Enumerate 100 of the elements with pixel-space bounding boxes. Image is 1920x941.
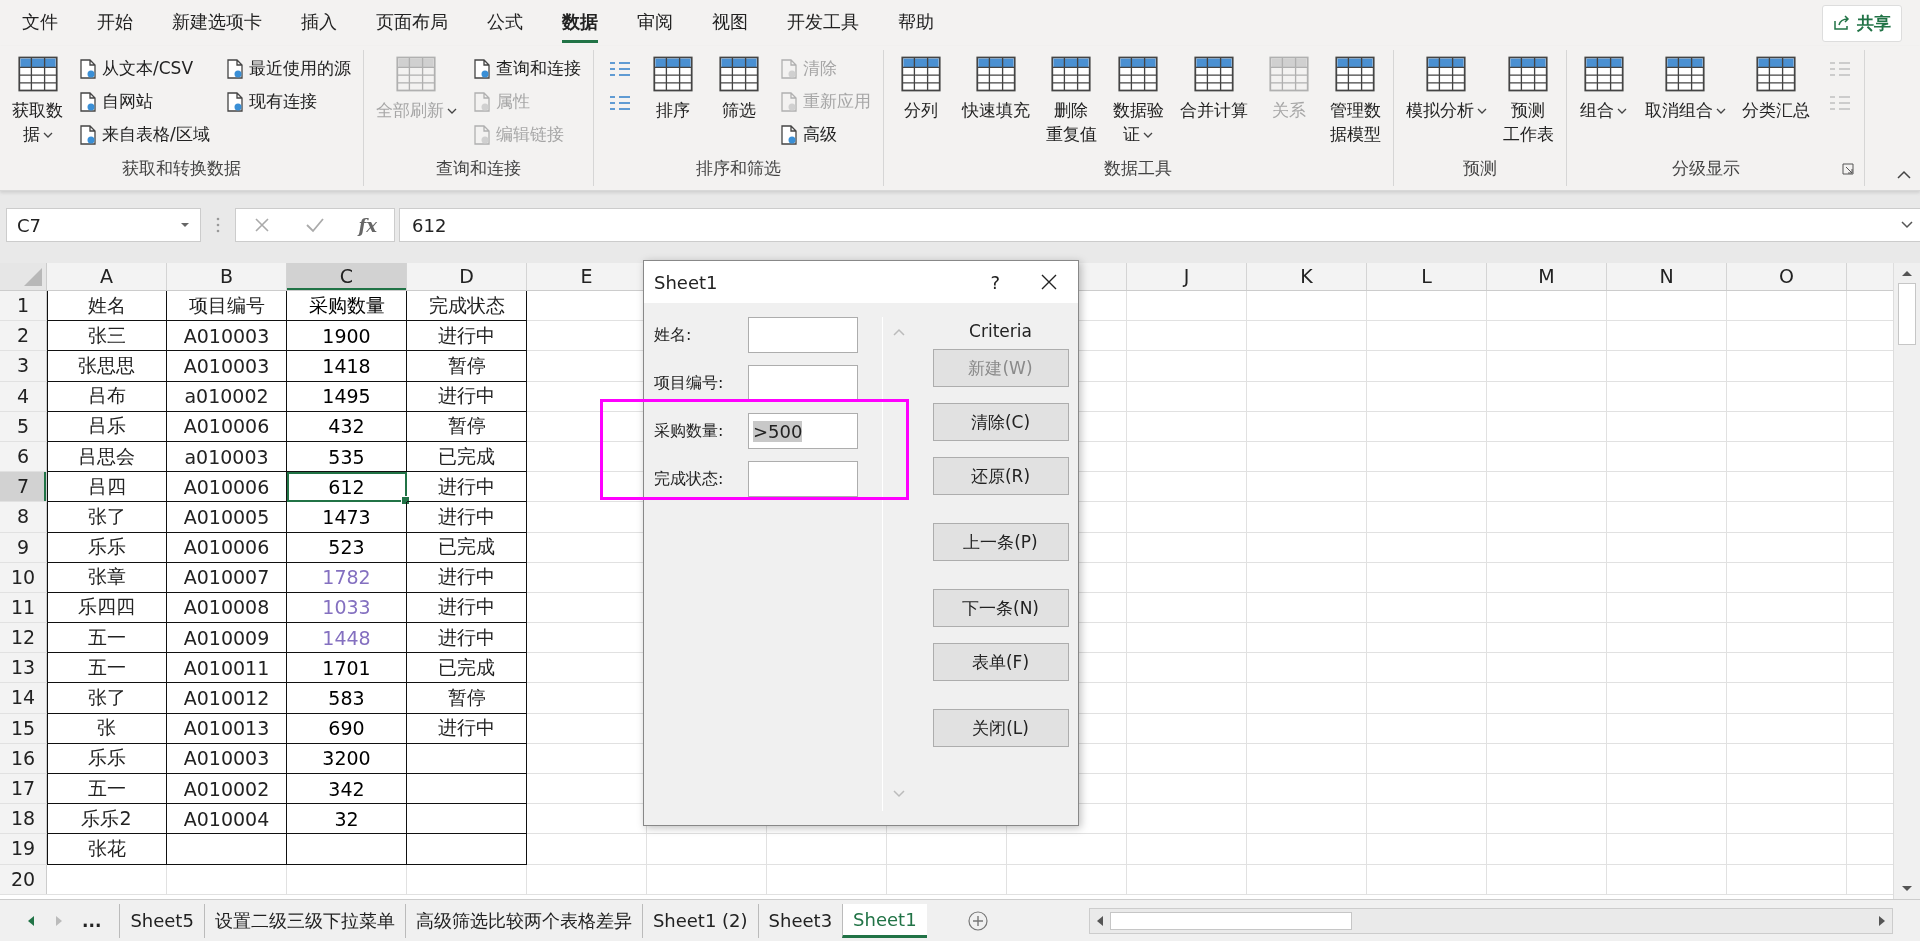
ribbon-tab[interactable]: 审阅 xyxy=(637,3,673,43)
ribbon-button[interactable]: 查询和连接 xyxy=(470,56,583,81)
ribbon-tab[interactable]: 插入 xyxy=(301,3,337,43)
insert-function-button[interactable]: fx xyxy=(358,214,378,236)
previous-sheet-icon[interactable] xyxy=(26,914,36,927)
name-box[interactable]: C7 xyxy=(6,208,201,242)
ribbon-tab[interactable]: 数据 xyxy=(562,3,598,43)
column-header[interactable]: L xyxy=(1367,263,1487,290)
close-button[interactable] xyxy=(1040,273,1058,291)
ribbon-button[interactable]: 最近使用的源 xyxy=(223,56,353,81)
scroll-thumb[interactable] xyxy=(1898,283,1916,345)
sheet-tab[interactable]: Sheet1 xyxy=(842,903,927,938)
row-header[interactable]: 16 xyxy=(0,743,47,773)
row-header[interactable]: 14 xyxy=(0,683,47,713)
cancel-icon[interactable] xyxy=(252,216,271,234)
column-header[interactable]: N xyxy=(1607,263,1727,290)
row-header[interactable]: 5 xyxy=(0,411,47,441)
dialog-button[interactable]: 还原(R) xyxy=(932,457,1069,495)
column-header[interactable]: D xyxy=(407,263,527,290)
ribbon-button[interactable]: 来自表格/区域 xyxy=(77,122,212,147)
ribbon-button[interactable]: 预测 工作表 xyxy=(1500,50,1556,148)
add-sheet-icon[interactable] xyxy=(966,909,989,932)
row-header[interactable]: 4 xyxy=(0,381,47,411)
dialog-button[interactable]: 表单(F) xyxy=(932,643,1069,681)
fill-handle[interactable] xyxy=(401,496,410,506)
sheet-tab[interactable]: Sheet1 (2) xyxy=(641,903,758,938)
dialog-button[interactable]: 上一条(P) xyxy=(932,523,1069,561)
dialog-button[interactable]: 关闭(L) xyxy=(932,709,1069,747)
ribbon-tab[interactable]: 页面布局 xyxy=(376,3,448,43)
dialog-launcher-icon[interactable] xyxy=(1841,162,1854,175)
row-header[interactable]: 12 xyxy=(0,623,47,653)
collapse-icon[interactable] xyxy=(1896,170,1912,180)
row-header[interactable]: 7 xyxy=(0,472,47,502)
ribbon-tab[interactable]: 公式 xyxy=(487,3,523,43)
ribbon-button[interactable]: 数据验 证 xyxy=(1110,50,1166,148)
sheet-tab[interactable]: 高级筛选比较两个表格差异 xyxy=(404,903,642,938)
ribbon-button[interactable]: 模拟分析 xyxy=(1403,50,1489,124)
row-header[interactable]: 2 xyxy=(0,321,47,351)
column-header[interactable]: C xyxy=(287,263,407,290)
row-header[interactable]: 1 xyxy=(0,291,47,321)
ribbon-tab[interactable]: 文件 xyxy=(22,3,58,43)
column-header[interactable]: O xyxy=(1727,263,1847,290)
column-header[interactable]: K xyxy=(1247,263,1367,290)
ribbon-button[interactable]: 现有连接 xyxy=(223,89,353,114)
ribbon-tab[interactable]: 视图 xyxy=(712,3,748,43)
row-header[interactable]: 6 xyxy=(0,441,47,472)
row-header[interactable]: 13 xyxy=(0,653,47,683)
ribbon-tab[interactable]: 开始 xyxy=(97,3,133,43)
next-sheet-icon[interactable] xyxy=(54,914,64,927)
ribbon-button[interactable]: 取消组合 xyxy=(1642,50,1728,124)
row-header[interactable]: 19 xyxy=(0,834,47,864)
ribbon-button[interactable]: 自网站 xyxy=(77,89,212,114)
column-header[interactable]: J xyxy=(1127,263,1247,290)
input-field[interactable] xyxy=(748,461,858,497)
ribbon-button[interactable]: 从文本/CSV xyxy=(77,56,212,81)
input-field[interactable] xyxy=(748,365,858,401)
row-header[interactable]: 18 xyxy=(0,804,47,834)
ribbon-button[interactable]: 组合 xyxy=(1576,50,1631,124)
formula-field[interactable]: 612 xyxy=(399,208,1920,242)
dialog-button[interactable]: 下一条(N) xyxy=(932,589,1069,627)
column-header[interactable]: A xyxy=(47,263,167,290)
ribbon-button[interactable]: 快速填充 xyxy=(959,50,1032,124)
field-label: 采购数量: xyxy=(654,420,725,442)
ribbon-button[interactable]: 分类汇总 xyxy=(1739,50,1812,124)
share-button[interactable]: 共享 xyxy=(1822,4,1902,42)
help-button[interactable]: ? xyxy=(990,271,1000,293)
expand-icon[interactable] xyxy=(1900,220,1914,230)
ribbon-button[interactable]: 管理数 据模型 xyxy=(1327,50,1383,148)
ribbon-button[interactable]: 筛选 xyxy=(711,50,766,124)
select-all-icon[interactable] xyxy=(23,267,43,287)
vertical-scrollbar[interactable] xyxy=(1893,263,1920,899)
ribbon-button[interactable]: 删除 重复值 xyxy=(1043,50,1099,148)
horizontal-scrollbar[interactable] xyxy=(1088,907,1893,934)
ribbon-tab[interactable]: 帮助 xyxy=(898,3,934,43)
table-cell: 五一 xyxy=(47,774,167,805)
row-header[interactable]: 11 xyxy=(0,592,47,623)
input-field[interactable]: >500 xyxy=(748,413,858,449)
ribbon-button[interactable]: 获取数 据 xyxy=(10,50,65,148)
column-header[interactable]: M xyxy=(1487,263,1607,290)
ribbon-button[interactable]: 排序 xyxy=(645,50,700,124)
scroll-thumb[interactable] xyxy=(1109,911,1352,930)
input-field[interactable] xyxy=(748,317,858,353)
row-header[interactable]: 10 xyxy=(0,562,47,592)
more-sheets[interactable]: ... xyxy=(82,910,102,931)
ribbon-tab[interactable]: 新建选项卡 xyxy=(172,3,262,43)
row-header[interactable]: 15 xyxy=(0,713,47,743)
ribbon-button[interactable]: 合并计算 xyxy=(1177,50,1250,124)
ribbon-button[interactable]: 分列 xyxy=(893,50,948,124)
sheet-tab[interactable]: Sheet5 xyxy=(119,903,204,938)
row-header[interactable]: 3 xyxy=(0,351,47,381)
ribbon-tab[interactable]: 开发工具 xyxy=(787,3,859,43)
check-icon[interactable] xyxy=(304,216,325,234)
row-header[interactable]: 8 xyxy=(0,502,47,532)
sheet-tab[interactable]: 设置二级三级下拉菜单 xyxy=(203,903,405,938)
dialog-button[interactable]: 清除(C) xyxy=(932,403,1069,441)
ribbon-button[interactable]: 高级 xyxy=(777,122,873,147)
row-header[interactable]: 20 xyxy=(0,864,47,894)
row-header[interactable]: 9 xyxy=(0,532,47,562)
table-cell: 完成状态 xyxy=(407,291,527,322)
row-header[interactable]: 17 xyxy=(0,774,47,804)
